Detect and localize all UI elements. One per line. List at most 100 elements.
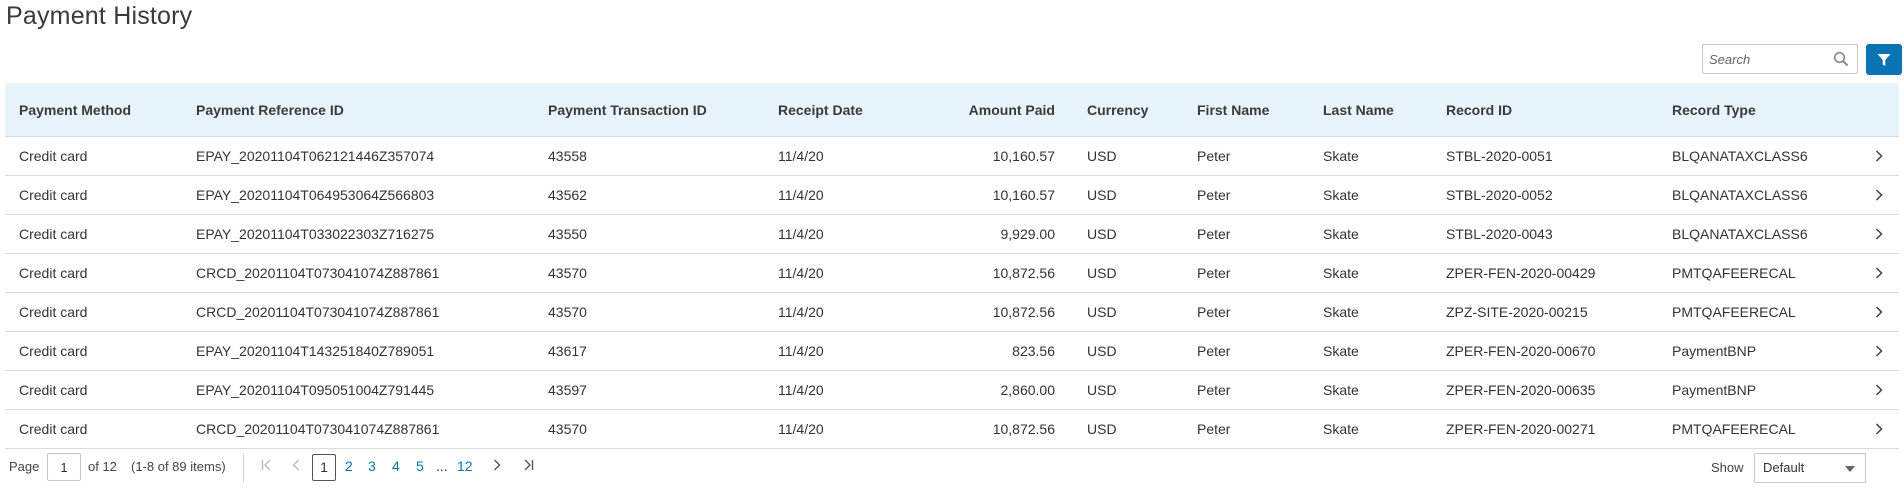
caret-down-icon: [1845, 466, 1855, 472]
page-link[interactable]: 5: [416, 458, 424, 474]
column-header-payment-method[interactable]: Payment Method: [19, 102, 131, 118]
search-box[interactable]: [1702, 44, 1858, 74]
column-header-payment-transaction-id[interactable]: Payment Transaction ID: [548, 102, 707, 118]
cell-payment-transaction-id: 43570: [548, 304, 587, 320]
cell-record-type: PaymentBNP: [1672, 382, 1757, 398]
cell-currency: USD: [1087, 343, 1117, 359]
table-body: Credit card EPAY_20201104T062121446Z35707…: [5, 137, 1899, 449]
table-row[interactable]: Credit card CRCD_20201104T073041074Z88786…: [5, 410, 1899, 449]
cell-record-type: BLQANATAXCLASS6: [1672, 187, 1808, 203]
cell-payment-reference-id: EPAY_20201104T143251840Z789051: [196, 343, 435, 359]
column-header-receipt-date[interactable]: Receipt Date: [778, 102, 863, 118]
cell-payment-transaction-id: 43570: [548, 265, 587, 281]
cell-first-name: Peter: [1197, 226, 1231, 242]
prev-page-button[interactable]: [292, 458, 300, 474]
cell-record-id: ZPZ-SITE-2020-00215: [1446, 304, 1588, 320]
cell-payment-method: Credit card: [19, 187, 88, 203]
chevron-right-icon[interactable]: [1873, 306, 1885, 318]
cell-amount-paid: 9,929.00: [1000, 226, 1056, 242]
cell-amount-paid: 2,860.00: [1000, 382, 1056, 398]
cell-receipt-date: 11/4/20: [778, 343, 824, 359]
cell-receipt-date: 11/4/20: [778, 304, 824, 320]
chevron-right-icon[interactable]: [1873, 189, 1885, 201]
page-number-input[interactable]: [47, 453, 81, 481]
column-header-currency[interactable]: Currency: [1087, 102, 1148, 118]
item-range: (1-8 of 89 items): [131, 459, 226, 474]
last-page-link[interactable]: 12: [457, 458, 473, 474]
column-header-record-type[interactable]: Record Type: [1672, 102, 1756, 118]
column-header-record-id[interactable]: Record ID: [1446, 102, 1512, 118]
cell-receipt-date: 11/4/20: [778, 382, 824, 398]
table-header: Payment Method Payment Reference ID Paymen…: [5, 83, 1899, 137]
cell-currency: USD: [1087, 382, 1117, 398]
cell-record-type: BLQANATAXCLASS6: [1672, 148, 1808, 164]
cell-first-name: Peter: [1197, 265, 1231, 281]
cell-currency: USD: [1087, 148, 1117, 164]
search-icon[interactable]: [1833, 51, 1849, 67]
column-header-payment-reference-id[interactable]: Payment Reference ID: [196, 102, 344, 118]
cell-amount-paid: 10,160.57: [992, 148, 1055, 164]
chevron-right-icon[interactable]: [1873, 228, 1885, 240]
cell-payment-method: Credit card: [19, 265, 88, 281]
cell-receipt-date: 11/4/20: [778, 265, 824, 281]
cell-payment-transaction-id: 43597: [548, 382, 587, 398]
table-row[interactable]: Credit card EPAY_20201104T064953064Z56680…: [5, 176, 1899, 215]
cell-record-id: STBL-2020-0043: [1446, 226, 1553, 242]
cell-payment-reference-id: EPAY_20201104T033022303Z716275: [196, 226, 435, 242]
cell-last-name: Skate: [1323, 304, 1359, 320]
column-header-last-name[interactable]: Last Name: [1323, 102, 1394, 118]
chevron-right-icon[interactable]: [1873, 423, 1885, 435]
chevron-right-icon[interactable]: [1873, 150, 1885, 162]
cell-payment-reference-id: CRCD_20201104T073041074Z887861: [196, 304, 440, 320]
next-page-button[interactable]: [493, 458, 501, 474]
cell-last-name: Skate: [1323, 265, 1359, 281]
cell-payment-reference-id: EPAY_20201104T062121446Z357074: [196, 148, 435, 164]
cell-receipt-date: 11/4/20: [778, 226, 824, 242]
cell-first-name: Peter: [1197, 382, 1231, 398]
table-row[interactable]: Credit card EPAY_20201104T143251840Z78905…: [5, 332, 1899, 371]
cell-receipt-date: 11/4/20: [778, 187, 824, 203]
cell-first-name: Peter: [1197, 343, 1231, 359]
table-row[interactable]: Credit card CRCD_20201104T073041074Z88786…: [5, 254, 1899, 293]
table-row[interactable]: Credit card EPAY_20201104T095051004Z79144…: [5, 371, 1899, 410]
cell-record-id: STBL-2020-0052: [1446, 187, 1553, 203]
cell-last-name: Skate: [1323, 382, 1359, 398]
last-page-button[interactable]: [523, 458, 534, 474]
cell-record-id: STBL-2020-0051: [1446, 148, 1553, 164]
cell-amount-paid: 10,160.57: [992, 187, 1055, 203]
cell-first-name: Peter: [1197, 187, 1231, 203]
table-row[interactable]: Credit card CRCD_20201104T073041074Z88786…: [5, 293, 1899, 332]
cell-payment-method: Credit card: [19, 148, 88, 164]
chevron-right-icon: [494, 459, 501, 471]
chevron-right-icon[interactable]: [1873, 267, 1885, 279]
cell-last-name: Skate: [1323, 421, 1359, 437]
page-ellipsis: ...: [436, 458, 448, 474]
cell-currency: USD: [1087, 421, 1117, 437]
cell-payment-transaction-id: 43617: [548, 343, 587, 359]
last-page-icon: [524, 459, 534, 471]
cell-currency: USD: [1087, 226, 1117, 242]
cell-payment-reference-id: CRCD_20201104T073041074Z887861: [196, 265, 440, 281]
cell-payment-method: Credit card: [19, 382, 88, 398]
cell-first-name: Peter: [1197, 148, 1231, 164]
column-header-first-name[interactable]: First Name: [1197, 102, 1269, 118]
search-input[interactable]: [1703, 46, 1829, 72]
cell-payment-transaction-id: 43570: [548, 421, 587, 437]
cell-record-id: ZPER-FEN-2020-00429: [1446, 265, 1596, 281]
filter-button[interactable]: [1866, 44, 1902, 75]
first-page-button[interactable]: [261, 458, 272, 474]
column-header-amount-paid[interactable]: Amount Paid: [905, 102, 1055, 118]
page-link[interactable]: 3: [368, 458, 376, 474]
first-page-icon: [261, 459, 271, 471]
chevron-right-icon[interactable]: [1873, 345, 1885, 357]
page-link[interactable]: 4: [392, 458, 400, 474]
cell-currency: USD: [1087, 304, 1117, 320]
table-row[interactable]: Credit card EPAY_20201104T033022303Z71627…: [5, 215, 1899, 254]
table-row[interactable]: Credit card EPAY_20201104T062121446Z35707…: [5, 137, 1899, 176]
chevron-right-icon[interactable]: [1873, 384, 1885, 396]
page-link[interactable]: 2: [345, 458, 353, 474]
cell-amount-paid: 823.56: [1012, 343, 1055, 359]
cell-record-id: ZPER-FEN-2020-00670: [1446, 343, 1596, 359]
page-size-select[interactable]: Default: [1754, 453, 1866, 483]
current-page-indicator: 1: [312, 454, 336, 481]
